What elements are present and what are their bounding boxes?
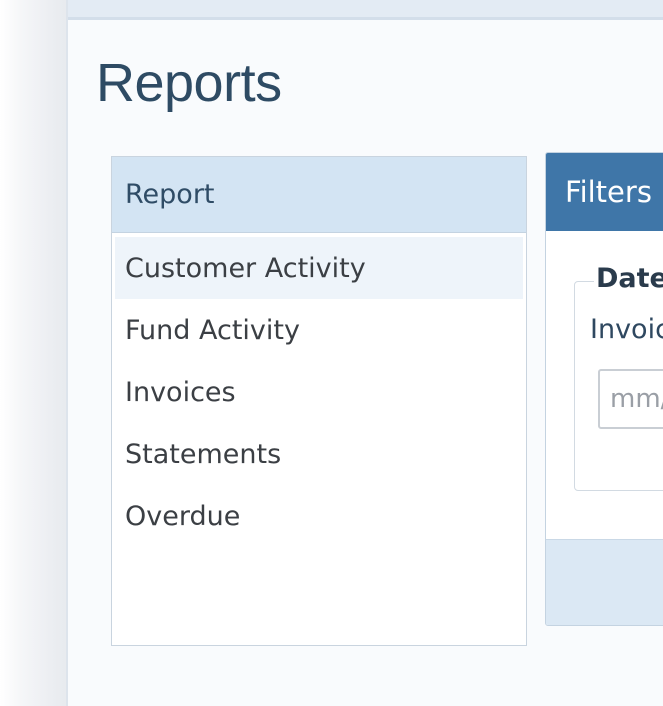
app-frame: Reports Report Customer Activity Fund Ac… xyxy=(0,0,663,706)
top-bar xyxy=(68,0,663,20)
invoice-date-input[interactable] xyxy=(598,369,663,429)
left-gutter xyxy=(0,0,66,706)
report-item-statements[interactable]: Statements xyxy=(115,423,523,485)
report-item-invoices[interactable]: Invoices xyxy=(115,361,523,423)
invoice-date-label: Invoic xyxy=(590,314,663,345)
report-item-fund-activity[interactable]: Fund Activity xyxy=(115,299,523,361)
date-fieldset-legend: Date xyxy=(594,263,663,294)
filters-footer xyxy=(546,539,663,625)
filters-panel: Filters Date Invoic xyxy=(545,152,663,626)
page-title: Reports xyxy=(96,53,282,113)
report-list: Customer Activity Fund Activity Invoices… xyxy=(112,233,526,547)
report-item-overdue[interactable]: Overdue xyxy=(115,485,523,547)
report-list-header: Report xyxy=(112,157,526,233)
filters-header: Filters xyxy=(546,153,663,231)
report-item-customer-activity[interactable]: Customer Activity xyxy=(115,237,523,299)
report-list-panel: Report Customer Activity Fund Activity I… xyxy=(111,156,527,646)
filters-body: Date Invoic xyxy=(546,231,663,541)
main-content: Reports Report Customer Activity Fund Ac… xyxy=(66,0,663,706)
